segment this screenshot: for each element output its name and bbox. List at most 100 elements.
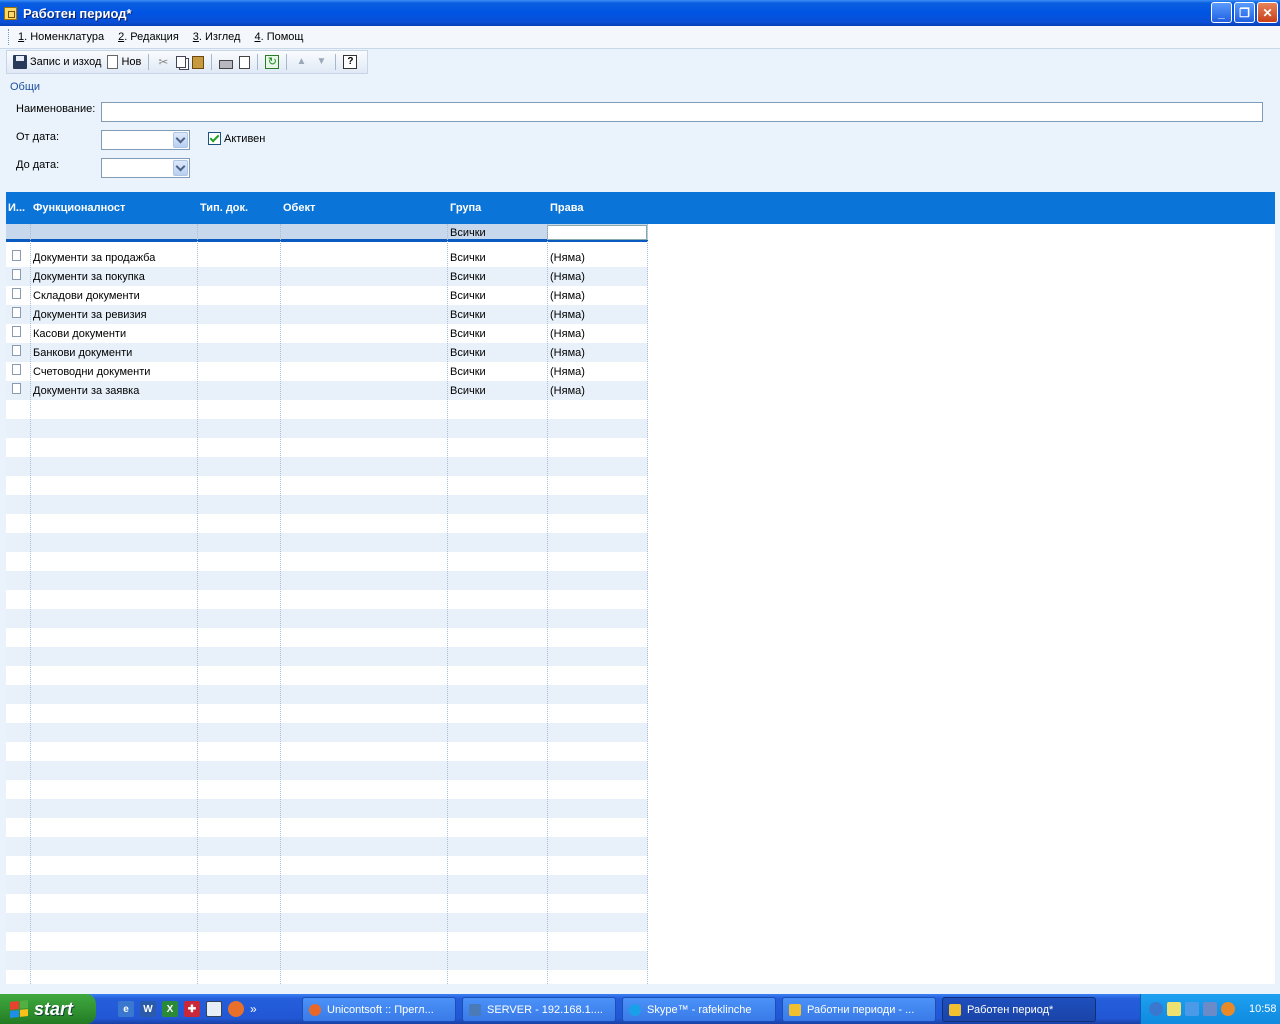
- menu-view[interactable]: 3. Изглед: [191, 29, 243, 45]
- menu-nomenclature[interactable]: 1. Номенклатура: [16, 29, 106, 45]
- column-divider: [547, 224, 548, 984]
- column-header-rights[interactable]: Права: [550, 202, 583, 214]
- column-header-doc-type[interactable]: Тип. док.: [200, 202, 248, 214]
- update-icon[interactable]: [1221, 1002, 1235, 1016]
- word-icon[interactable]: W: [140, 1001, 156, 1017]
- empty-row: [6, 856, 648, 875]
- chevron-down-icon[interactable]: [173, 160, 188, 176]
- column-header-group[interactable]: Група: [450, 202, 481, 214]
- internet-explorer-icon[interactable]: e: [118, 1001, 134, 1017]
- new-button[interactable]: Нов: [104, 52, 144, 72]
- row-rights[interactable]: (Няма): [550, 290, 585, 302]
- table-row[interactable]: Касови документи Всички (Няма): [6, 324, 648, 343]
- table-row[interactable]: Банкови документи Всички (Няма): [6, 343, 648, 362]
- z-icon[interactable]: [1185, 1002, 1199, 1016]
- menu-edit[interactable]: 2. Редакция: [116, 29, 181, 45]
- toolbar-separator: [335, 54, 337, 70]
- filter-row[interactable]: Всички: [6, 224, 648, 242]
- new-document-icon: [107, 55, 119, 69]
- chevron-down-icon[interactable]: [173, 132, 188, 148]
- empty-row: [6, 590, 648, 609]
- column-header-functionality[interactable]: Функционалност: [33, 202, 125, 214]
- window-controls: _ ❐ ✕: [1211, 2, 1278, 23]
- move-down-button[interactable]: ▼: [311, 52, 331, 72]
- cut-icon: ✂: [158, 55, 169, 69]
- task-label: Unicontsoft :: Прегл...: [327, 1003, 434, 1016]
- column-header-object[interactable]: Обект: [283, 202, 315, 214]
- from-date-label: От дата:: [16, 131, 60, 143]
- document-icon: [12, 326, 21, 337]
- move-up-button[interactable]: ▲: [291, 52, 311, 72]
- menu-help[interactable]: 4. Помощ: [252, 29, 305, 45]
- help-icon: ?: [343, 55, 358, 69]
- row-rights[interactable]: (Няма): [550, 252, 585, 264]
- empty-row: [6, 571, 648, 590]
- taskbar-item-unicontsoft[interactable]: Unicontsoft :: Прегл...: [302, 997, 456, 1022]
- empty-row: [6, 913, 648, 932]
- empty-row: [6, 419, 648, 438]
- close-button[interactable]: ✕: [1257, 2, 1278, 23]
- save-and-exit-button[interactable]: Запис и изход: [10, 52, 104, 72]
- row-rights[interactable]: (Няма): [550, 309, 585, 321]
- row-rights[interactable]: (Няма): [550, 271, 585, 283]
- uk-flag-icon[interactable]: ✚: [184, 1001, 200, 1017]
- taskbar-item-server[interactable]: SERVER - 192.168.1....: [462, 997, 616, 1022]
- print-preview-button[interactable]: [236, 52, 253, 72]
- table-row[interactable]: Складови документи Всички (Няма): [6, 286, 648, 305]
- row-rights[interactable]: (Няма): [550, 385, 585, 397]
- taskbar-item-work-periods[interactable]: Работни периоди - ...: [782, 997, 936, 1022]
- arrow-down-icon: ▼: [316, 56, 327, 67]
- firefox-icon[interactable]: [228, 1001, 244, 1017]
- copy-icon: [176, 56, 187, 68]
- minimize-button[interactable]: _: [1211, 2, 1232, 23]
- row-rights[interactable]: (Няма): [550, 347, 585, 359]
- empty-row: [6, 495, 648, 514]
- paste-button[interactable]: [189, 52, 207, 72]
- restore-button[interactable]: ❐: [1234, 2, 1255, 23]
- document-icon: [12, 383, 21, 394]
- name-input[interactable]: [101, 102, 1263, 122]
- column-divider: [447, 224, 448, 984]
- row-rights[interactable]: (Няма): [550, 366, 585, 378]
- filter-rights-input[interactable]: [547, 225, 647, 240]
- menu-grip: [8, 29, 11, 45]
- clock: 10:58: [1249, 1003, 1277, 1015]
- copy-button[interactable]: [173, 52, 189, 72]
- table-row[interactable]: Документи за заявка Всички (Няма): [6, 381, 648, 400]
- row-functionality: Счетоводни документи: [33, 366, 151, 378]
- taskbar-item-skype[interactable]: Skype™ - rafeklinche: [622, 997, 776, 1022]
- chevron-left-icon[interactable]: [1149, 1002, 1163, 1016]
- tab-general[interactable]: Общи: [10, 81, 40, 93]
- empty-row: [6, 628, 648, 647]
- row-group: Всички: [450, 328, 486, 340]
- table-row[interactable]: Документи за ревизия Всички (Няма): [6, 305, 648, 324]
- chevron-right-icon[interactable]: »: [250, 1002, 257, 1016]
- empty-row: [6, 742, 648, 761]
- from-date-picker[interactable]: [101, 130, 190, 150]
- cut-button[interactable]: ✂: [153, 52, 173, 72]
- task-label: SERVER - 192.168.1....: [487, 1003, 603, 1016]
- refresh-button[interactable]: ↻: [262, 52, 282, 72]
- empty-row: [6, 533, 648, 552]
- table-row[interactable]: Счетоводни документи Всички (Няма): [6, 362, 648, 381]
- excel-icon[interactable]: X: [162, 1001, 178, 1017]
- start-button[interactable]: start: [0, 994, 96, 1024]
- taskbar-item-work-period[interactable]: Работен период*: [942, 997, 1096, 1022]
- empty-row: [6, 514, 648, 533]
- folder-icon[interactable]: [1167, 1002, 1181, 1016]
- table-row[interactable]: Документи за продажба Всички (Няма): [6, 248, 648, 267]
- print-button[interactable]: [216, 52, 236, 72]
- filter-group[interactable]: Всички: [450, 227, 486, 239]
- to-date-picker[interactable]: [101, 158, 190, 178]
- menu-label: . Помощ: [260, 31, 304, 43]
- to-date-label: До дата:: [16, 159, 60, 171]
- help-button[interactable]: ?: [340, 52, 360, 72]
- column-header-icon[interactable]: И...: [8, 202, 25, 214]
- active-checkbox[interactable]: [208, 132, 221, 145]
- row-rights[interactable]: (Няма): [550, 328, 585, 340]
- show-desktop-icon[interactable]: [206, 1001, 222, 1017]
- empty-row: [6, 457, 648, 476]
- windows-logo-icon: [10, 1000, 28, 1018]
- table-row[interactable]: Документи за покупка Всички (Няма): [6, 267, 648, 286]
- network-icon[interactable]: [1203, 1002, 1217, 1016]
